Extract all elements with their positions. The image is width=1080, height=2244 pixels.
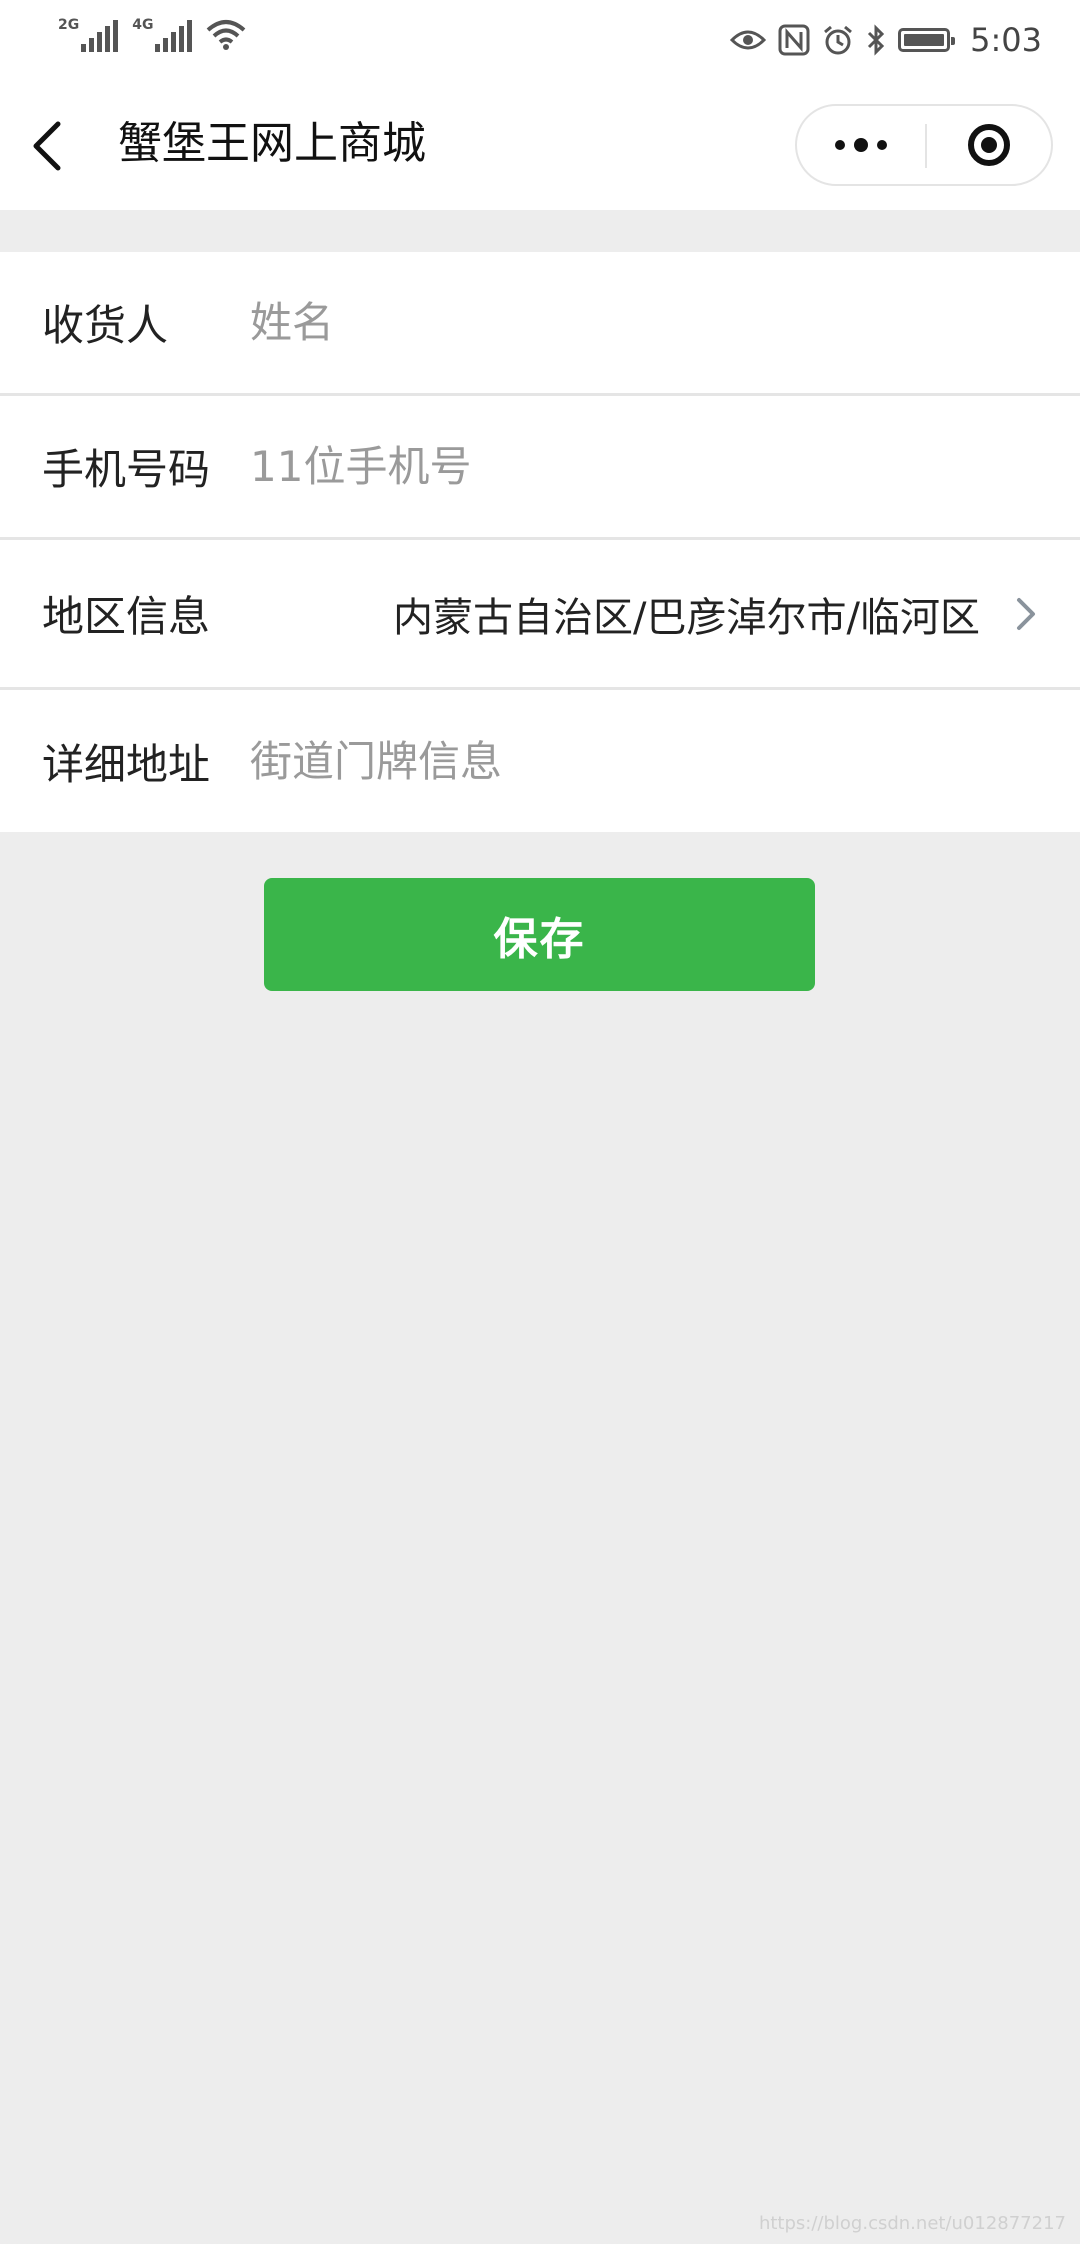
chevron-right-icon	[1014, 540, 1038, 687]
phone-label: 手机号码	[42, 445, 211, 494]
eye-icon	[730, 30, 767, 50]
recipient-row: 收货人	[0, 252, 1080, 396]
phone-input[interactable]	[250, 396, 1040, 537]
more-dots-icon	[854, 138, 868, 152]
signal-2g: 2G	[58, 17, 119, 52]
more-button[interactable]	[797, 106, 925, 184]
nfc-icon	[778, 24, 810, 56]
close-miniprogram-button[interactable]	[927, 106, 1051, 184]
status-right: 5:03	[730, 18, 1042, 62]
more-dots-icon	[877, 140, 887, 150]
wifi-icon	[207, 20, 246, 50]
menu-capsule	[795, 104, 1053, 186]
signal-4g: 4G	[132, 17, 193, 52]
battery-icon	[898, 28, 956, 52]
status-left: 2G 4G	[58, 18, 246, 52]
alarm-icon	[824, 25, 853, 55]
signal-bars-icon	[155, 18, 193, 52]
status-bar: 2G 4G 5:03	[0, 0, 1080, 80]
network-type-label: 4G	[132, 17, 154, 33]
network-type-label: 2G	[58, 17, 80, 33]
region-row[interactable]: 地区信息 内蒙古自治区/巴彦淖尔市/临河区	[0, 540, 1080, 690]
address-form: 收货人 手机号码 地区信息 内蒙古自治区/巴彦淖尔市/临河区 详细地址	[0, 252, 1080, 832]
close-target-icon	[968, 124, 1010, 166]
recipient-name-input[interactable]	[250, 252, 1040, 393]
navigation-bar: 蟹堡王网上商城	[0, 80, 1080, 210]
recipient-label: 收货人	[42, 301, 169, 350]
back-button[interactable]	[28, 108, 88, 182]
region-label: 地区信息	[42, 592, 211, 641]
region-picker-value[interactable]: 内蒙古自治区/巴彦淖尔市/临河区	[393, 540, 980, 687]
watermark: https://blog.csdn.net/u012877217	[758, 2213, 1066, 2234]
signal-bars-icon	[81, 18, 119, 52]
address-row: 详细地址	[0, 690, 1080, 832]
address-label: 详细地址	[42, 739, 211, 789]
phone-row: 手机号码	[0, 396, 1080, 540]
save-button[interactable]: 保存	[264, 878, 815, 991]
detail-address-input[interactable]	[250, 690, 1040, 832]
bluetooth-icon	[868, 24, 885, 56]
more-dots-icon	[835, 140, 845, 150]
page-title: 蟹堡王网上商城	[118, 118, 426, 169]
back-chevron-icon	[33, 121, 61, 171]
clock: 5:03	[970, 21, 1042, 59]
